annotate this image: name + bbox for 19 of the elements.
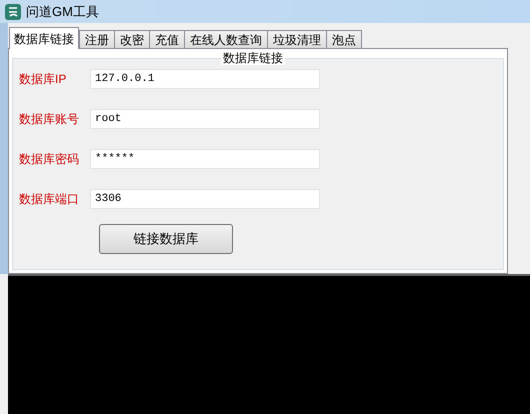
input-field[interactable]: 127.0.0.1 [90,69,320,89]
tab[interactable]: 充值 [149,30,185,48]
tab[interactable]: 数据库链接 [9,27,79,49]
tab[interactable]: 注册 [79,30,115,48]
connect-button[interactable]: 链接数据库 [99,224,233,254]
tab[interactable]: 在线人数查询 [184,30,268,48]
field-label: 数据库账号 [19,111,80,128]
input-field[interactable]: 3306 [90,189,320,209]
tab[interactable]: 改密 [114,30,150,48]
tab[interactable]: 垃圾清理 [267,30,327,48]
app-icon [4,2,22,20]
window-title: 问道GM工具 [26,2,99,21]
field-label: 数据库IP [19,71,68,88]
input-field[interactable]: root [90,109,320,129]
input-field[interactable]: ****** [90,149,320,169]
tab[interactable]: 泡点 [326,30,362,48]
field-label: 数据库密码 [19,151,80,168]
field-label: 数据库端口 [19,191,80,208]
group-title: 数据库链接 [221,51,285,65]
